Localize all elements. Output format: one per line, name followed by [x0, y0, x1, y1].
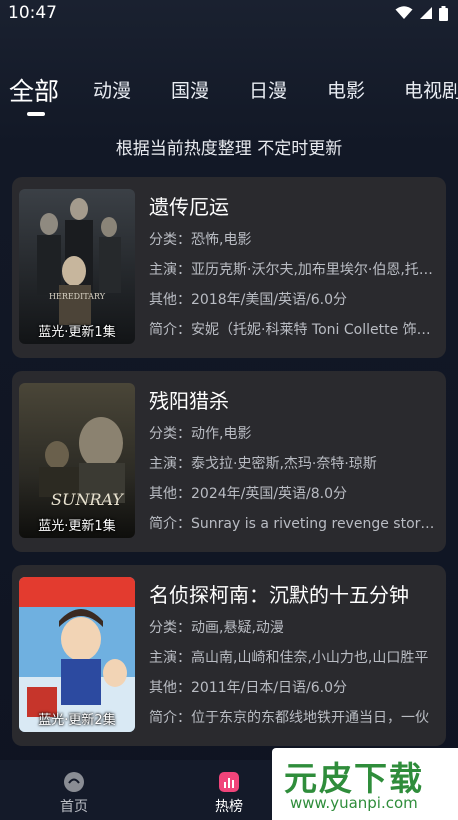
nav-hot-list[interactable]: 热榜 — [199, 770, 259, 816]
movie-other-info: 其他：2018年/美国/英语/6.0分 — [149, 292, 348, 308]
movie-title: 名侦探柯南：沉默的十五分钟 — [149, 583, 409, 607]
svg-text:HEREDITARY: HEREDITARY — [49, 292, 106, 301]
ranking-subtitle: 根据当前热度整理 不定时更新 — [115, 139, 343, 159]
tab-anime[interactable]: 动漫 — [93, 76, 131, 103]
watermark: 元皮下载 www.yuanpi.com — [272, 748, 458, 820]
movie-cast: 主演：亚历克斯·沃尔夫,加布里埃尔·伯恩,托妮·科莱特 — [149, 262, 439, 278]
home-icon — [64, 772, 84, 792]
movie-other-info: 其他：2024年/英国/英语/8.0分 — [149, 486, 348, 502]
tab-chinese-animation[interactable]: 国漫 — [171, 76, 209, 103]
wifi-icon — [395, 6, 413, 20]
update-badge: 蓝光·更新2集 — [38, 713, 116, 728]
nav-hot-list-label: 热榜 — [215, 799, 243, 815]
update-badge: 蓝光·更新1集 — [38, 325, 116, 340]
status-bar: 10:47 — [0, 0, 458, 26]
update-badge: 蓝光·更新1集 — [38, 519, 116, 534]
movie-card[interactable]: 蓝光·更新2集 名侦探柯南：沉默的十五分钟 分类：动画,悬疑,动漫 主演：高山南… — [12, 565, 446, 746]
status-time: 10:47 — [8, 3, 57, 23]
signal-icon — [419, 6, 433, 20]
movie-intro: 简介：Sunray is a riveting revenge story se… — [149, 516, 439, 532]
tab-all[interactable]: 全部 — [9, 72, 59, 108]
category-tabs: 全部 动漫 国漫 日漫 电影 电视剧 — [0, 70, 458, 120]
movie-title: 遗传厄运 — [149, 195, 229, 219]
movie-intro: 简介：位于东京的东都线地铁开通当日，一伙 — [149, 710, 429, 726]
chart-icon — [219, 772, 239, 792]
tab-movie[interactable]: 电影 — [327, 76, 365, 103]
nav-home[interactable]: 首页 — [44, 770, 104, 816]
movie-cast: 主演：泰戈拉·史密斯,杰玛·奈特·琼斯 — [149, 456, 377, 472]
movie-card[interactable]: SUNRAY 蓝光·更新1集 残阳猎杀 分类：动作,电影 主演：泰戈拉·史密斯,… — [12, 371, 446, 552]
tab-indicator — [27, 112, 45, 116]
movie-category: 分类：动画,悬疑,动漫 — [149, 620, 284, 636]
movie-card[interactable]: HEREDITARY 蓝光·更新1集 遗传厄运 分类：恐怖,电影 主演：亚历克斯… — [12, 177, 446, 358]
watermark-url: www.yuanpi.com — [290, 794, 418, 812]
movie-poster[interactable]: 蓝光·更新2集 — [19, 577, 135, 732]
svg-text:SUNRAY: SUNRAY — [51, 490, 124, 509]
movie-intro: 简介：安妮（托妮·科莱特 Toni Collette 饰）一家 — [149, 322, 439, 338]
status-icons — [395, 5, 448, 21]
movie-other-info: 其他：2011年/日本/日语/6.0分 — [149, 680, 348, 696]
tab-tv-series[interactable]: 电视剧 — [404, 76, 458, 103]
watermark-logo: 元皮下载 — [284, 759, 424, 798]
nav-home-label: 首页 — [60, 799, 88, 815]
battery-icon — [439, 5, 448, 21]
movie-poster[interactable]: SUNRAY 蓝光·更新1集 — [19, 383, 135, 538]
movie-poster[interactable]: HEREDITARY 蓝光·更新1集 — [19, 189, 135, 344]
tab-japanese-animation[interactable]: 日漫 — [249, 76, 287, 103]
movie-title: 残阳猎杀 — [149, 389, 229, 413]
movie-category: 分类：动作,电影 — [149, 426, 252, 442]
movie-category: 分类：恐怖,电影 — [149, 232, 252, 248]
movie-cast: 主演：高山南,山崎和佳奈,小山力也,山口胜平 — [149, 650, 429, 666]
